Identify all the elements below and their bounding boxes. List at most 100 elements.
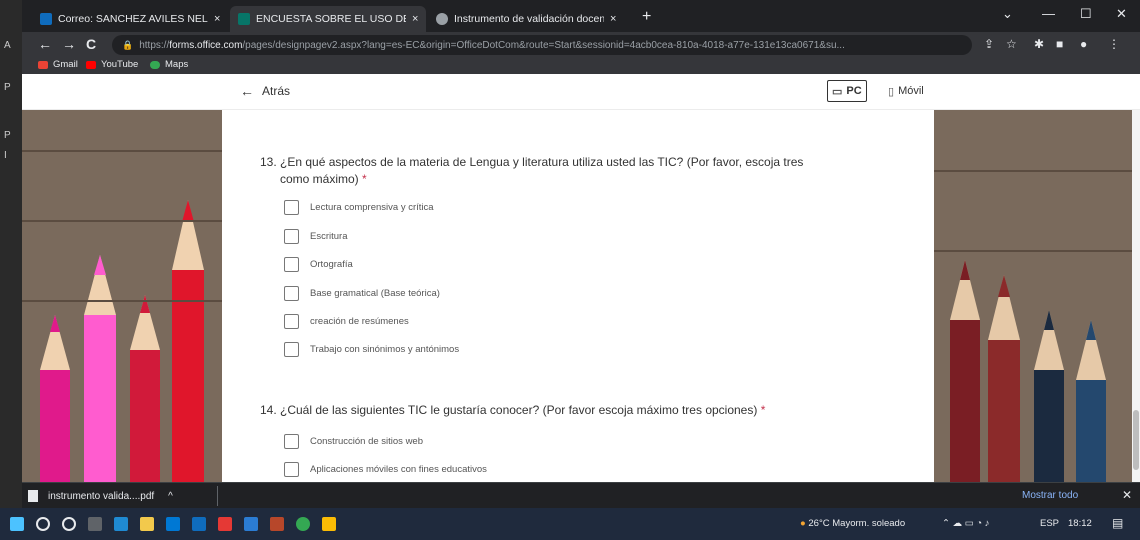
windows-start-icon[interactable]	[10, 517, 24, 531]
address-bar[interactable]: 🔒 https:// forms.office.com /pages/desig…	[112, 35, 972, 55]
phone-icon: ▯	[888, 85, 895, 98]
device-mobile-button[interactable]: ▯ Móvil	[884, 80, 928, 102]
checkbox-option[interactable]: Construcción de sitios web	[284, 434, 423, 449]
checkbox-option[interactable]: Lectura comprensiva y crítica	[284, 200, 434, 215]
device-pc-label: PC	[846, 85, 862, 97]
checkbox[interactable]	[284, 200, 299, 215]
forms-icon	[238, 13, 250, 25]
pdf-file-icon	[28, 490, 38, 502]
option-label: Construcción de sitios web	[310, 436, 423, 447]
side-panel-icon[interactable]: ■	[1056, 37, 1063, 51]
checkbox[interactable]	[284, 229, 299, 244]
tab-close-icon[interactable]: ×	[214, 13, 220, 25]
show-all-downloads-link[interactable]: Mostrar todo	[1022, 490, 1078, 501]
powerpoint-icon[interactable]	[270, 517, 284, 531]
weather-sun-icon: ●	[800, 518, 806, 529]
clock[interactable]: 18:12	[1068, 518, 1092, 529]
weather-text: 26°C Mayorm. soleado	[808, 518, 906, 529]
checkbox[interactable]	[284, 462, 299, 477]
forms-page: ← Atrás ▭ PC ▯ Móvil 13. ¿En qué aspecto…	[22, 74, 1140, 508]
question-14-text: 14. ¿Cuál de las siguientes TIC le gusta…	[260, 403, 758, 417]
tab-outlook[interactable]: Correo: SANCHEZ AVILES NELSO ×	[32, 6, 228, 32]
tab-encuesta[interactable]: ENCUESTA SOBRE EL USO DE HER ×	[230, 6, 427, 32]
file-explorer-icon[interactable]	[140, 517, 154, 531]
checkbox[interactable]	[284, 257, 299, 272]
checkbox[interactable]	[284, 286, 299, 301]
bookmark-maps[interactable]: Maps	[150, 59, 188, 70]
new-tab-button[interactable]: +	[642, 8, 651, 26]
close-window-button[interactable]: ✕	[1116, 6, 1127, 22]
chevron-up-icon[interactable]: ^	[168, 491, 173, 502]
bookmark-label: YouTube	[101, 59, 139, 70]
question-13-title: 13. ¿En qué aspectos de la materia de Le…	[260, 154, 900, 188]
question-13-text-cont: como máximo)	[280, 172, 359, 186]
option-label: Base gramatical (Base teórica)	[310, 288, 440, 299]
option-label: Ortografía	[310, 259, 353, 270]
scrollbar-thumb[interactable]	[1133, 410, 1139, 470]
profile-icon[interactable]: ●	[1080, 37, 1087, 51]
tray-icons[interactable]: ⌃ ☁ ▭ ◔ ♪	[942, 518, 989, 529]
tab-title: ENCUESTA SOBRE EL USO DE HER	[256, 13, 406, 25]
checkbox-option[interactable]: Base gramatical (Base teórica)	[284, 286, 440, 301]
outlook-icon	[40, 13, 52, 25]
search-icon[interactable]	[36, 517, 50, 531]
bookmark-youtube[interactable]: YouTube	[86, 59, 138, 70]
bookmark-gmail[interactable]: Gmail	[38, 59, 78, 70]
checkbox-option[interactable]: Escritura	[284, 229, 347, 244]
app-icon[interactable]	[218, 517, 232, 531]
word-icon[interactable]	[244, 517, 258, 531]
pencils-background-image-right	[934, 110, 1134, 508]
checkbox[interactable]	[284, 434, 299, 449]
checkbox-option[interactable]: Trabajo con sinónimos y antónimos	[284, 342, 459, 357]
gmail-icon	[38, 60, 48, 69]
background-window-edge: A P P I	[0, 0, 22, 540]
input-language[interactable]: ESP	[1040, 518, 1059, 529]
url-prefix: https://	[139, 39, 170, 51]
checkbox[interactable]	[284, 314, 299, 329]
chrome-icon[interactable]	[296, 517, 310, 531]
bookmark-label: Maps	[165, 59, 189, 70]
checkbox[interactable]	[284, 342, 299, 357]
back-button[interactable]: ←	[38, 36, 52, 52]
back-label: Atrás	[262, 84, 291, 98]
notifications-icon[interactable]: ▤	[1112, 516, 1123, 530]
device-pc-button[interactable]: ▭ PC	[827, 80, 867, 102]
extensions-icon[interactable]: ✱	[1034, 37, 1044, 51]
option-label: creación de resúmenes	[310, 316, 409, 327]
tab-close-icon[interactable]: ×	[412, 13, 418, 25]
tab-search-icon[interactable]: ⌄	[1002, 6, 1013, 22]
windows-taskbar: ● 26°C Mayorm. soleado ⌃ ☁ ▭ ◔ ♪ ESP 18:…	[0, 508, 1140, 540]
question-13-text: 13. ¿En qué aspectos de la materia de Le…	[260, 155, 804, 169]
required-mark: *	[760, 403, 766, 417]
checkbox-option[interactable]: Ortografía	[284, 257, 353, 272]
minimize-button[interactable]: —	[1042, 6, 1055, 21]
chrome-active-icon[interactable]	[322, 517, 336, 531]
checkbox-option[interactable]: creación de resúmenes	[284, 314, 409, 329]
back-link[interactable]: ← Atrás	[240, 83, 290, 99]
checkbox-option[interactable]: Aplicaciones móviles con fines educativo…	[284, 462, 487, 477]
monitor-icon: ▭	[832, 85, 843, 98]
colored-pencils-illustration	[40, 200, 204, 508]
tab-close-icon[interactable]: ×	[610, 13, 616, 25]
tab-strip: Correo: SANCHEZ AVILES NELSO × ENCUESTA …	[22, 0, 1140, 32]
edge-icon[interactable]	[114, 517, 128, 531]
reload-button[interactable]: C	[86, 36, 96, 52]
preview-header: ← Atrás ▭ PC ▯ Móvil	[22, 74, 1140, 110]
bookmark-star-icon[interactable]: ☆	[1006, 37, 1017, 51]
tab-instrumento[interactable]: Instrumento de validación docen ×	[428, 6, 624, 32]
task-view-icon[interactable]	[88, 517, 102, 531]
cortana-icon[interactable]	[62, 517, 76, 531]
share-icon[interactable]: ⇪	[984, 37, 994, 51]
menu-icon[interactable]: ⋮	[1108, 37, 1120, 51]
store-icon[interactable]	[166, 517, 180, 531]
download-item[interactable]: instrumento valida....pdf ^	[28, 486, 218, 506]
bookmarks-bar: Gmail YouTube Maps	[22, 58, 1140, 74]
mail-icon[interactable]	[192, 517, 206, 531]
lock-icon: 🔒	[122, 39, 134, 50]
maps-icon	[150, 60, 160, 69]
weather-widget[interactable]: ● 26°C Mayorm. soleado	[800, 518, 905, 529]
page-scrollbar[interactable]	[1132, 110, 1140, 508]
maximize-button[interactable]: ☐	[1080, 6, 1092, 22]
close-downloads-bar-button[interactable]: ✕	[1122, 488, 1132, 502]
forward-button[interactable]: →	[62, 36, 76, 52]
